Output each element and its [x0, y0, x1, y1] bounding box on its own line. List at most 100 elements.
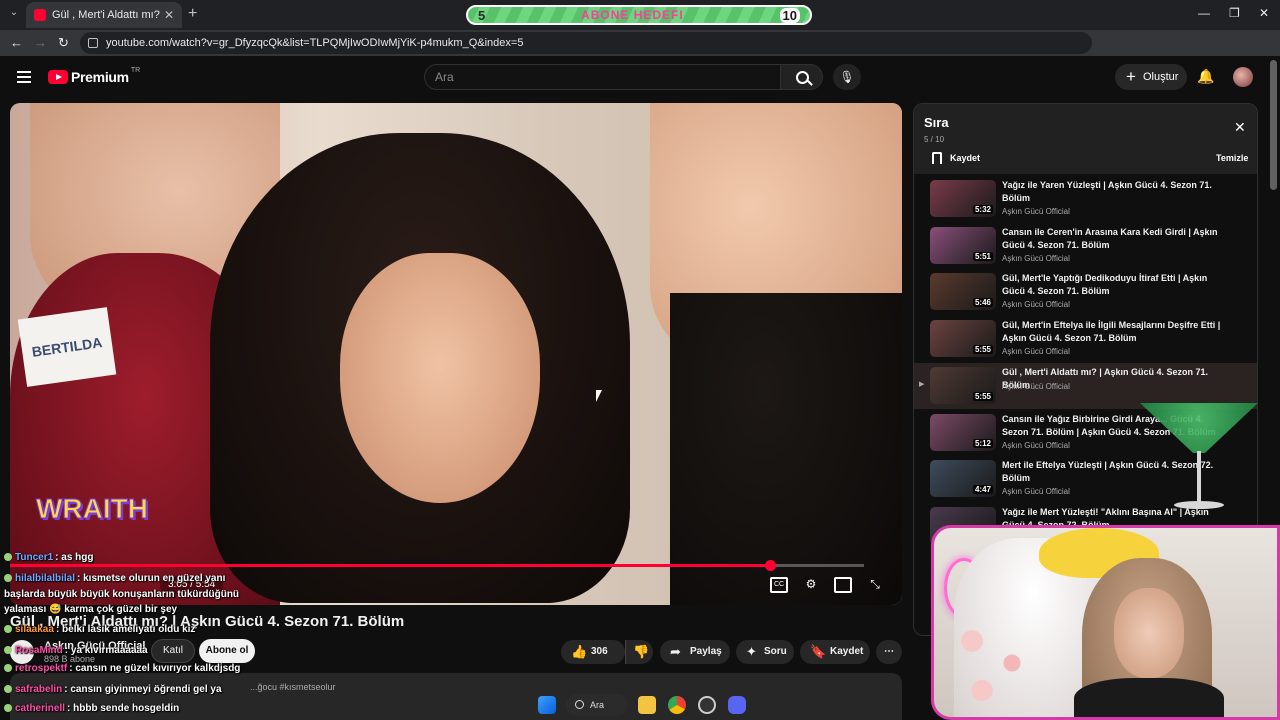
account-avatar[interactable]: [1233, 67, 1253, 87]
menu-icon[interactable]: [17, 71, 31, 83]
playlist-item[interactable]: 5:46 Gül, Mert'le Yaptığı Dedikoduyu İtir…: [914, 269, 1257, 315]
chat-badge-icon: [4, 625, 12, 634]
playlist-item[interactable]: 5:55 Gül, Mert'in Eftelya ile İlgili Mesa…: [914, 316, 1257, 362]
taskbar-search[interactable]: Ara: [566, 694, 628, 716]
progress-fill: [10, 564, 771, 567]
playlist-clear-button[interactable]: Temizle: [1216, 153, 1248, 163]
playlist-item[interactable]: 5:32 Yağız ile Yaren Yüzleşti | Aşkın Güc…: [914, 176, 1257, 222]
mouse-cursor-icon: [596, 390, 602, 402]
forward-icon[interactable]: →: [34, 35, 47, 50]
chat-username: RosaMind: [15, 645, 63, 656]
dislike-button[interactable]: 👎: [625, 640, 653, 664]
chat-message: silaakaa: belki lasik ameliyatı oldu kız: [4, 624, 195, 635]
playlist-item-channel: Aşkın Gücü Official: [1002, 440, 1070, 450]
stream-watermark: WRAITH: [36, 493, 149, 525]
progress-knob[interactable]: [765, 560, 777, 571]
video-scene-face: [340, 253, 540, 503]
duration-badge: 4:47: [972, 485, 993, 495]
tab-search-dropdown-icon[interactable]: ⌄: [6, 7, 22, 23]
progress-bar[interactable]: [10, 560, 864, 571]
restore-icon[interactable]: ❐: [1229, 6, 1240, 20]
playlist-thumbnail[interactable]: 5:12: [930, 413, 996, 451]
playlist-item-channel: Aşkın Gücü Official: [1002, 300, 1070, 310]
like-button[interactable]: 👍 306: [561, 640, 625, 664]
chat-badge-icon: [4, 664, 12, 673]
playlist-item-channel: Aşkın Gücü Official: [1002, 487, 1070, 497]
chat-username: silaakaa: [15, 624, 54, 635]
playlist-item-title: Yağız ile Yaren Yüzleşti | Aşkın Gücü 4.…: [1002, 180, 1212, 203]
bookmark-icon[interactable]: [932, 152, 942, 164]
save-button[interactable]: 🔖 Kaydet: [800, 640, 870, 664]
duration-badge: 5:55: [972, 345, 993, 355]
obs-icon[interactable]: [698, 696, 716, 714]
back-icon[interactable]: ←: [10, 35, 23, 50]
chat-message: retrospektf: cansın ne güzel kıvırıyor k…: [4, 663, 240, 674]
chat-message: hilalbilalbilal: kısmetse olurun en güze…: [4, 573, 225, 584]
ask-button[interactable]: ✦ Soru: [736, 640, 794, 664]
windows-start-icon[interactable]: [538, 696, 556, 714]
playlist-thumbnail[interactable]: 5:55: [930, 320, 996, 358]
subscribe-button[interactable]: Abone ol: [199, 639, 255, 663]
youtube-premium-logo[interactable]: Premium TR: [48, 66, 141, 85]
share-button[interactable]: ➦ Paylaş: [660, 640, 730, 664]
playlist-thumbnail[interactable]: 5:51: [930, 226, 996, 264]
now-playing-icon: ▶: [919, 380, 925, 388]
fullscreen-icon[interactable]: ⤡: [866, 577, 884, 593]
settings-gear-icon[interactable]: ⚙: [802, 577, 820, 593]
duration-badge: 5:12: [972, 438, 993, 448]
webcam-flowers: [942, 608, 1042, 717]
playlist-item-title: Gül, Mert'in Eftelya ile İlgili Mesajlar…: [1002, 320, 1221, 344]
chat-text: : cansın ne güzel kıvırıyor kalkdjsdg: [69, 663, 241, 674]
minimize-icon[interactable]: —: [1198, 6, 1210, 20]
playlist-title: Sıra: [924, 115, 949, 130]
file-explorer-icon[interactable]: [638, 696, 656, 714]
url-field[interactable]: youtube.com/watch?v=gr_DfyzqcQk&list=TLP…: [80, 32, 1092, 54]
duration-badge: 5:55: [972, 391, 993, 401]
search-icon[interactable]: [781, 64, 823, 90]
glass-stem: [1197, 451, 1201, 503]
tab-title: Gül , Mert'i Aldattı mı? | Aşkın G: [52, 9, 160, 21]
goal-end: 10: [779, 7, 800, 23]
playlist-thumbnail[interactable]: 5:55: [930, 366, 996, 404]
chat-username: Tuncer1: [15, 552, 54, 563]
playlist-item[interactable]: 5:51 Cansın ile Ceren'in Arasına Kara Ked…: [914, 223, 1257, 269]
ask-label: Soru: [764, 646, 787, 657]
browser-tab-active[interactable]: Gül , Mert'i Aldattı mı? | Aşkın G ✕: [26, 2, 182, 28]
create-button[interactable]: + Oluştur: [1115, 64, 1187, 90]
discord-icon[interactable]: [728, 696, 746, 714]
notifications-bell-icon[interactable]: 🔔: [1197, 68, 1214, 85]
playlist-thumbnail[interactable]: 4:47: [930, 460, 996, 498]
chat-text: yalaması 😅 karma çok güzel bir şey: [4, 604, 178, 615]
more-actions-icon[interactable]: ⋯: [876, 640, 902, 664]
playlist-thumbnail[interactable]: 5:46: [930, 273, 996, 311]
chrome-icon[interactable]: [668, 696, 686, 714]
duration-badge: 5:51: [972, 251, 993, 261]
playlist-item-channel: Aşkın Gücü Official: [1002, 207, 1070, 216]
close-icon[interactable]: ✕: [1234, 119, 1246, 136]
tab-close-icon[interactable]: ✕: [164, 8, 174, 22]
plus-icon: +: [1126, 67, 1136, 86]
logo-country: TR: [130, 66, 141, 74]
reload-icon[interactable]: ↻: [58, 35, 69, 51]
close-window-icon[interactable]: ✕: [1259, 6, 1269, 20]
share-label: Paylaş: [690, 646, 722, 657]
chat-badge-icon: [4, 553, 12, 562]
microphone-icon[interactable]: 🎙: [833, 64, 861, 90]
new-tab-icon[interactable]: +: [188, 5, 197, 23]
join-button[interactable]: Katıl: [151, 639, 195, 663]
playlist-header: Sıra 5 / 10 ✕ Kaydet Temizle: [914, 104, 1257, 174]
save-label: Kaydet: [830, 646, 864, 657]
page-scrollbar[interactable]: [1270, 60, 1277, 190]
name-card: BERTILDA: [17, 307, 117, 387]
taskbar: [0, 690, 931, 720]
site-info-icon[interactable]: [88, 38, 98, 48]
playlist-save-button[interactable]: Kaydet: [950, 153, 980, 163]
playlist-item-channel: Aşkın Gücü Official: [1002, 381, 1070, 391]
search-input[interactable]: Ara: [424, 64, 781, 90]
chat-text: başlarda büyük büyük konuşanların tükürd…: [4, 589, 240, 600]
goal-start: 5: [478, 7, 486, 23]
video-player[interactable]: BERTILDA WRAITH 3:05 / 5:54 CC ⚙ ⤡: [10, 103, 902, 605]
miniplayer-icon[interactable]: [834, 577, 852, 593]
subtitles-icon[interactable]: CC: [770, 577, 788, 593]
playlist-thumbnail[interactable]: 5:32: [930, 180, 996, 217]
